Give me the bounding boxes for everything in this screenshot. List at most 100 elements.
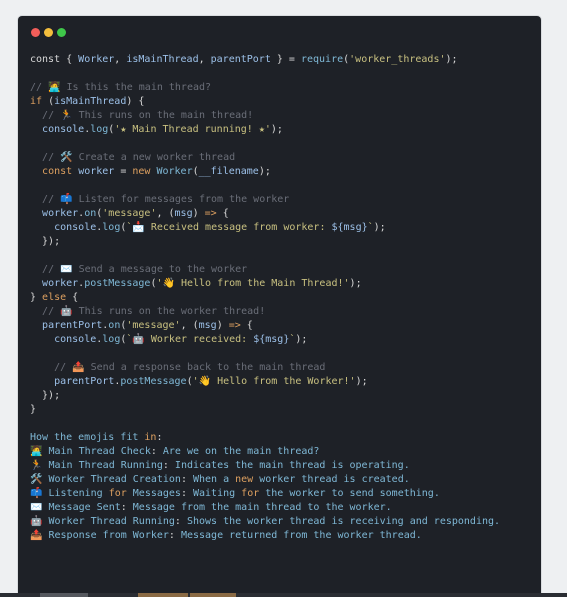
code-token: console xyxy=(42,124,85,135)
code-token: worker xyxy=(42,278,79,289)
code-token: Worker xyxy=(156,166,193,177)
code-token: , ( xyxy=(180,320,199,331)
code-token: } xyxy=(30,292,43,303)
code-token: ); xyxy=(355,376,368,387)
code-line: worker.on('message', (msg) => { xyxy=(30,207,500,221)
code-token: : xyxy=(168,530,181,541)
code-token: }); xyxy=(30,390,61,401)
code-token: ); xyxy=(349,278,362,289)
code-token: // 📫 Listen for messages from the worker xyxy=(42,194,290,205)
code-token: isMainThread xyxy=(54,96,127,107)
code-token: console xyxy=(54,334,97,345)
code-token: ); xyxy=(258,166,271,177)
code-token: Messages xyxy=(126,488,181,499)
code-token: => xyxy=(228,320,241,331)
code-token: Listening xyxy=(48,488,109,499)
code-token: postMessage xyxy=(84,278,151,289)
code-line: // 🧑‍💻 Is this the main thread? xyxy=(30,81,500,95)
code-block: const { Worker, isMainThread, parentPort… xyxy=(30,53,500,543)
code-token: Message Sent xyxy=(48,502,121,513)
code-token: Worker Thread Running xyxy=(48,516,175,527)
code-token: Worker xyxy=(78,54,115,65)
code-line: if (isMainThread) { xyxy=(30,95,500,109)
code-token: ✉️ xyxy=(30,502,49,513)
code-line: 🤖 Worker Thread Running: Shows the worke… xyxy=(30,515,500,529)
code-token: { xyxy=(66,292,79,303)
code-line: const { Worker, isMainThread, parentPort… xyxy=(30,53,500,67)
code-line: 📫 Listening for Messages: Waiting for th… xyxy=(30,487,500,501)
taskbar-item[interactable] xyxy=(190,593,236,597)
code-token: postMessage xyxy=(120,376,187,387)
code-token: ); xyxy=(445,54,458,65)
window-controls xyxy=(31,28,66,37)
code-token: if xyxy=(30,96,43,107)
code-token: worker xyxy=(78,166,115,177)
code-token: Main Thread Running xyxy=(48,460,163,471)
code-token: => xyxy=(204,208,217,219)
code-token: parentPort xyxy=(54,376,115,387)
code-line: parentPort.on('message', (msg) => { xyxy=(30,319,500,333)
code-token: : xyxy=(156,432,163,443)
maximize-dot-icon[interactable] xyxy=(57,28,66,37)
code-token: Response from Worker xyxy=(48,530,169,541)
code-token: // 🧑‍💻 Is this the main thread? xyxy=(30,82,212,93)
code-token: in xyxy=(144,432,157,443)
code-line: parentPort.postMessage('👋 Hello from the… xyxy=(30,375,500,389)
code-token: } xyxy=(30,404,37,415)
taskbar-item[interactable] xyxy=(138,593,188,597)
code-token: for xyxy=(241,488,260,499)
code-line: 🧑‍💻 Main Thread Check: Are we on the mai… xyxy=(30,445,500,459)
code-token: worker xyxy=(42,208,79,219)
minimize-dot-icon[interactable] xyxy=(44,28,53,37)
code-token: Message returned from the worker thread. xyxy=(180,530,422,541)
code-token: : xyxy=(150,446,163,457)
code-token: msg xyxy=(198,320,217,331)
code-token: ( xyxy=(42,96,55,107)
code-token: 📤 xyxy=(30,530,49,541)
code-token: new xyxy=(132,166,151,177)
code-token: : xyxy=(180,474,193,485)
code-line: } else { xyxy=(30,291,500,305)
code-line: }); xyxy=(30,389,500,403)
code-token: parentPort xyxy=(42,320,103,331)
close-dot-icon[interactable] xyxy=(31,28,40,37)
taskbar xyxy=(0,593,567,597)
code-token: // 📤 Send a response back to the main th… xyxy=(54,362,326,373)
code-token: ) xyxy=(216,320,229,331)
code-token: ); xyxy=(373,222,386,233)
code-line: }); xyxy=(30,235,500,249)
taskbar-item[interactable] xyxy=(40,593,88,597)
code-token: isMainThread xyxy=(126,54,199,65)
code-line: // 🏃 This runs on the main thread! xyxy=(30,109,500,123)
code-token: 'message' xyxy=(126,320,181,331)
code-token: ${msg} xyxy=(331,222,368,233)
code-token: // 🏃 This runs on the main thread! xyxy=(42,110,254,121)
code-token: 'message' xyxy=(102,208,157,219)
code-token: Waiting xyxy=(193,488,242,499)
code-line: worker.postMessage('👋 Hello from the Mai… xyxy=(30,277,500,291)
code-line: ✉️ Message Sent: Message from the main t… xyxy=(30,501,500,515)
code-token: const { xyxy=(30,54,79,65)
code-token: 🛠️ xyxy=(30,474,49,485)
code-token: ) { xyxy=(126,96,145,107)
code-token: Worker Thread Creation xyxy=(48,474,181,485)
code-token: }); xyxy=(30,236,61,247)
code-line: How the emojis fit in: xyxy=(30,431,500,445)
code-token: Message from the main thread to the work… xyxy=(132,502,392,513)
code-line: console.log('★ Main Thread running! ★'); xyxy=(30,123,500,137)
code-token: `📩 Received message from worker: xyxy=(126,222,332,233)
